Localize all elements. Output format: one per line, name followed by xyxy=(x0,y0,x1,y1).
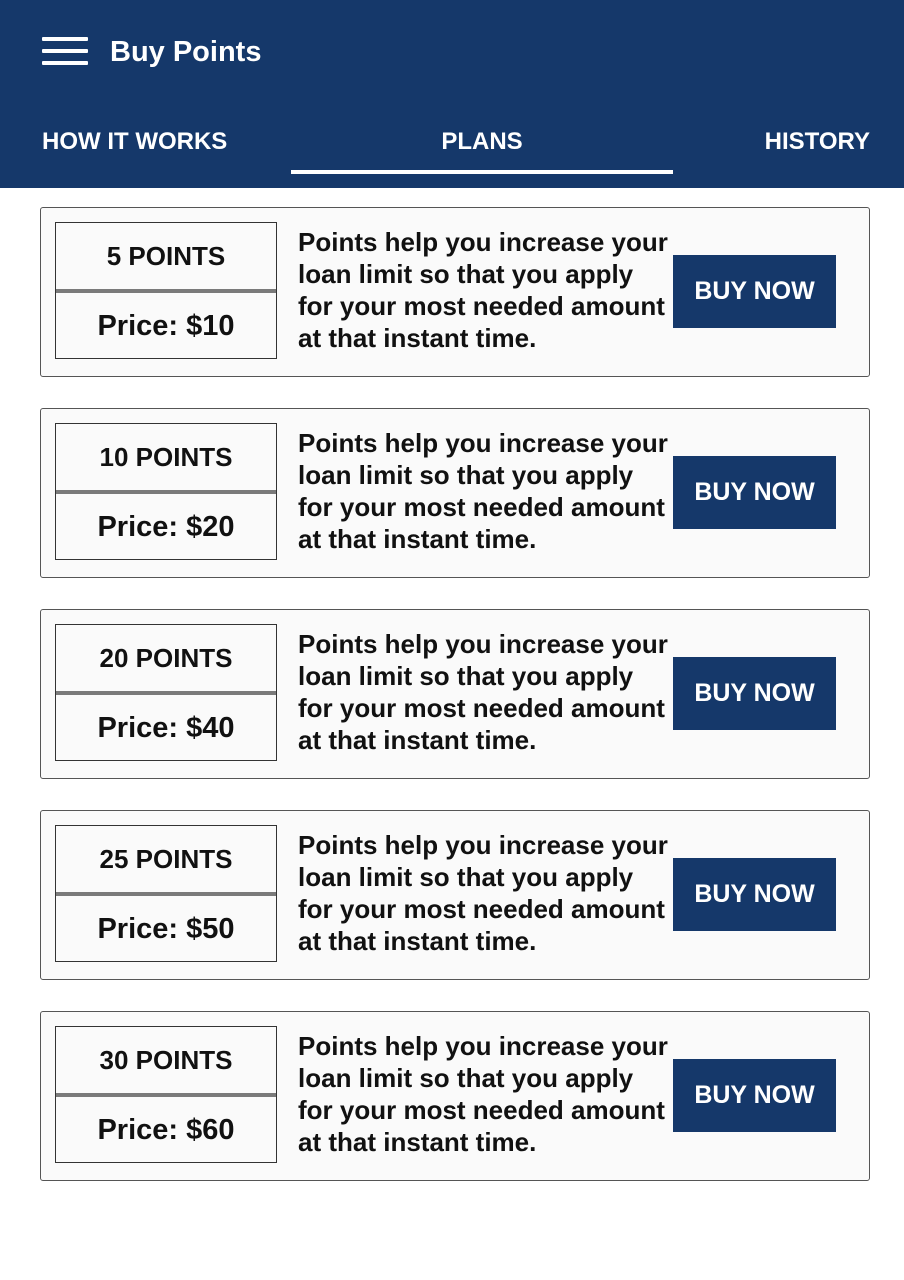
plan-description: Points help you increase your loan limit… xyxy=(298,227,668,353)
plan-card: 30 POINTS Price: $60 Points help you inc… xyxy=(40,1011,870,1181)
points-box: 10 POINTS Price: $20 xyxy=(55,423,277,560)
points-label: 30 POINTS xyxy=(99,1044,233,1075)
points-box: 20 POINTS Price: $40 xyxy=(55,624,277,761)
hamburger-menu-icon[interactable] xyxy=(40,34,90,68)
points-label: 5 POINTS xyxy=(106,240,226,271)
points-box: 30 POINTS Price: $60 xyxy=(55,1026,277,1163)
buy-now-button[interactable]: BUY NOW xyxy=(673,858,836,931)
menu-line xyxy=(42,37,88,41)
plan-card: 25 POINTS Price: $50 Points help you inc… xyxy=(40,810,870,980)
plan-card: 20 POINTS Price: $40 Points help you inc… xyxy=(40,609,870,779)
points-box: 25 POINTS Price: $50 xyxy=(55,825,277,962)
points-label: 10 POINTS xyxy=(99,441,233,472)
active-tab-indicator xyxy=(291,170,673,174)
plan-card: 10 POINTS Price: $20 Points help you inc… xyxy=(40,408,870,578)
plan-description: Points help you increase your loan limit… xyxy=(298,830,668,956)
price-label: Price: $20 xyxy=(97,510,235,543)
page-title: Buy Points xyxy=(110,36,262,68)
price-label: Price: $60 xyxy=(97,1113,235,1146)
buy-now-button[interactable]: BUY NOW xyxy=(673,1059,836,1132)
tab-how-it-works[interactable]: HOW IT WORKS xyxy=(42,122,227,162)
price-label: Price: $10 xyxy=(97,309,235,342)
plan-description: Points help you increase your loan limit… xyxy=(298,629,668,755)
buy-now-button[interactable]: BUY NOW xyxy=(673,657,836,730)
plan-description: Points help you increase your loan limit… xyxy=(298,1031,668,1157)
menu-line xyxy=(42,49,88,53)
buy-now-button[interactable]: BUY NOW xyxy=(673,456,836,529)
plans-list: 5 POINTS Price: $10 Points help you incr… xyxy=(40,207,870,1212)
price-label: Price: $50 xyxy=(97,912,235,945)
points-label: 20 POINTS xyxy=(99,642,233,673)
plan-description: Points help you increase your loan limit… xyxy=(298,428,668,554)
menu-line xyxy=(42,61,88,65)
buy-now-button[interactable]: BUY NOW xyxy=(673,255,836,328)
plan-card: 5 POINTS Price: $10 Points help you incr… xyxy=(40,207,870,377)
tab-history[interactable]: HISTORY xyxy=(765,122,870,162)
tab-plans[interactable]: PLANS xyxy=(291,122,673,162)
app-bar: Buy Points HOW IT WORKS PLANS HISTORY xyxy=(0,0,904,188)
points-box: 5 POINTS Price: $10 xyxy=(55,222,277,359)
price-label: Price: $40 xyxy=(97,711,235,744)
points-label: 25 POINTS xyxy=(99,843,233,874)
